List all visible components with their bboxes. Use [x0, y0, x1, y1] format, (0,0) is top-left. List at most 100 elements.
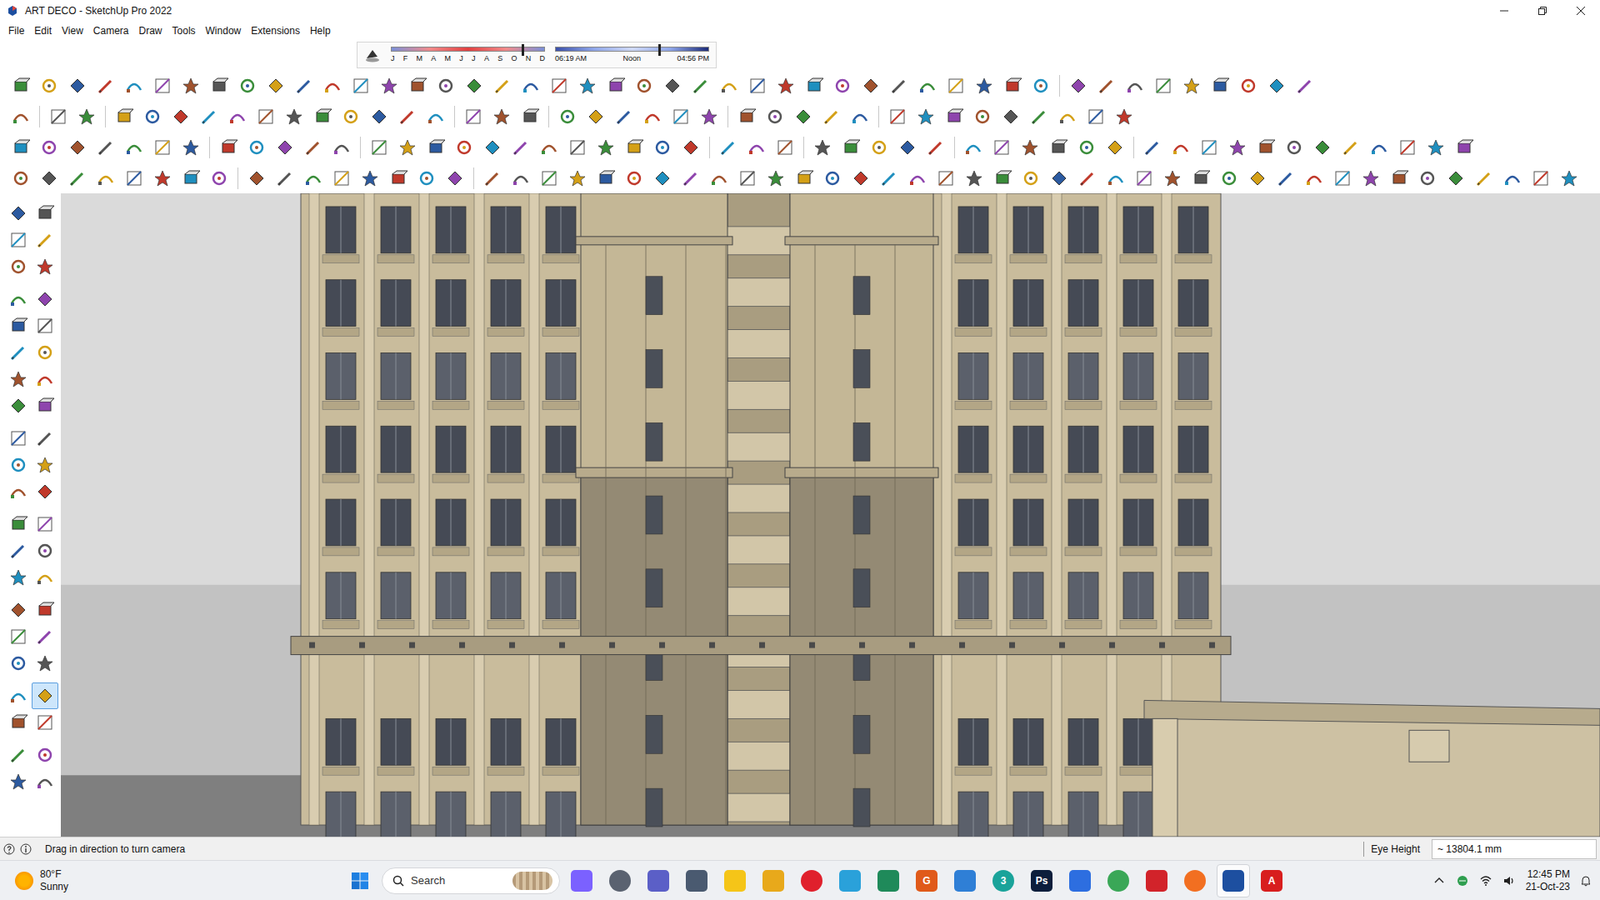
month-slider[interactable]: JFMAMJJASOND [390, 46, 545, 64]
tool-icon[interactable] [763, 165, 789, 191]
tool-icon[interactable] [536, 135, 562, 160]
tool-icon[interactable] [263, 73, 289, 99]
tool-icon[interactable] [1103, 165, 1129, 191]
tool-icon[interactable] [5, 478, 32, 505]
tool-icon[interactable] [5, 564, 32, 591]
tool-icon[interactable] [1179, 73, 1205, 99]
tool-icon[interactable] [385, 165, 411, 191]
tool-icon[interactable] [1168, 135, 1194, 160]
tool-icon[interactable] [1395, 135, 1420, 160]
tool-icon[interactable] [565, 135, 590, 160]
tool-icon[interactable] [546, 73, 572, 99]
tool-icon[interactable] [1281, 135, 1307, 160]
tool-icon[interactable] [5, 451, 32, 479]
tool-icon[interactable] [696, 104, 722, 130]
tool-icon[interactable] [1366, 135, 1392, 160]
tool-icon[interactable] [1423, 135, 1449, 160]
tool-icon[interactable] [480, 135, 505, 160]
tool-icon[interactable] [1028, 73, 1054, 99]
tool-icon[interactable] [5, 537, 32, 565]
tool-icon[interactable] [423, 135, 449, 160]
tool-icon[interactable] [150, 73, 175, 99]
tool-icon[interactable] [5, 425, 32, 452]
tool-icon[interactable] [1160, 165, 1185, 191]
tool-icon[interactable] [31, 200, 59, 227]
tool-icon[interactable] [225, 104, 250, 130]
tool-icon[interactable] [140, 104, 165, 130]
tool-icon[interactable] [565, 165, 590, 191]
tool-icon[interactable] [31, 226, 59, 254]
taskbar-app[interactable] [756, 864, 790, 898]
tool-icon[interactable] [1017, 135, 1043, 160]
tool-icon[interactable] [961, 165, 987, 191]
taskbar-app[interactable] [833, 864, 867, 898]
tool-icon[interactable] [885, 104, 910, 130]
tool-icon[interactable] [668, 104, 694, 130]
tool-icon[interactable] [8, 73, 34, 99]
tool-icon[interactable] [451, 135, 477, 160]
tool-icon[interactable] [5, 623, 32, 650]
tool-icon[interactable] [178, 165, 204, 191]
tool-icon[interactable] [810, 135, 835, 160]
tool-icon[interactable] [1150, 73, 1176, 99]
tool-icon[interactable] [414, 165, 440, 191]
tool-icon[interactable] [490, 73, 515, 99]
month-slider-thumb[interactable] [521, 44, 525, 56]
time-slider[interactable]: 06:19 AMNoon04:56 PM [555, 46, 710, 64]
tool-icon[interactable] [640, 104, 665, 130]
taskbar-app[interactable] [1140, 864, 1174, 898]
tool-icon[interactable] [1216, 165, 1242, 191]
tool-icon[interactable] [1207, 73, 1233, 99]
tool-icon[interactable] [281, 104, 307, 130]
tool-icon[interactable] [272, 135, 298, 160]
tool-icon[interactable] [1094, 73, 1120, 99]
tool-icon[interactable] [5, 510, 32, 538]
tool-icon[interactable] [300, 135, 326, 160]
tool-icon[interactable] [508, 135, 534, 160]
tool-icon[interactable] [215, 135, 241, 160]
tool-icon[interactable] [1235, 73, 1261, 99]
menu-item[interactable]: Camera [88, 21, 135, 40]
notification-icon[interactable] [1580, 875, 1592, 887]
tool-icon[interactable] [272, 165, 298, 191]
tool-icon[interactable] [300, 165, 326, 191]
tool-icon[interactable] [1528, 165, 1554, 191]
tool-icon[interactable] [820, 165, 845, 191]
help-icon[interactable] [3, 841, 15, 857]
tool-icon[interactable] [998, 104, 1024, 130]
tool-icon[interactable] [357, 165, 383, 191]
tool-icon[interactable] [93, 135, 119, 160]
tool-icon[interactable] [320, 73, 345, 99]
network-app-icon[interactable] [1455, 874, 1470, 888]
tool-icon[interactable] [678, 165, 704, 191]
tool-icon[interactable] [5, 312, 32, 340]
volume-icon[interactable] [1502, 874, 1516, 888]
tool-icon[interactable] [915, 73, 940, 99]
tool-icon[interactable] [971, 73, 997, 99]
tool-icon[interactable] [253, 104, 279, 130]
tool-icon[interactable] [886, 73, 912, 99]
tool-icon[interactable] [150, 135, 175, 160]
tool-icon[interactable] [31, 537, 59, 565]
tool-icon[interactable] [5, 768, 32, 795]
tool-icon[interactable] [395, 104, 420, 130]
tool-icon[interactable] [1451, 135, 1477, 160]
tool-icon[interactable] [555, 104, 580, 130]
close-icon[interactable] [1561, 0, 1600, 22]
tool-icon[interactable] [688, 73, 714, 99]
tool-icon[interactable] [1310, 135, 1335, 160]
tool-icon[interactable] [5, 200, 32, 227]
tool-icon[interactable] [31, 253, 59, 280]
tool-icon[interactable] [678, 135, 704, 160]
tool-icon[interactable] [1358, 165, 1384, 191]
tool-icon[interactable] [1225, 135, 1250, 160]
tool-icon[interactable] [801, 73, 827, 99]
tool-icon[interactable] [423, 104, 449, 130]
tool-icon[interactable] [5, 365, 32, 393]
tool-icon[interactable] [36, 73, 62, 99]
tool-icon[interactable] [442, 165, 468, 191]
tool-icon[interactable] [941, 104, 967, 130]
tool-icon[interactable] [329, 135, 355, 160]
tool-icon[interactable] [5, 596, 32, 624]
tool-icon[interactable] [1338, 135, 1364, 160]
